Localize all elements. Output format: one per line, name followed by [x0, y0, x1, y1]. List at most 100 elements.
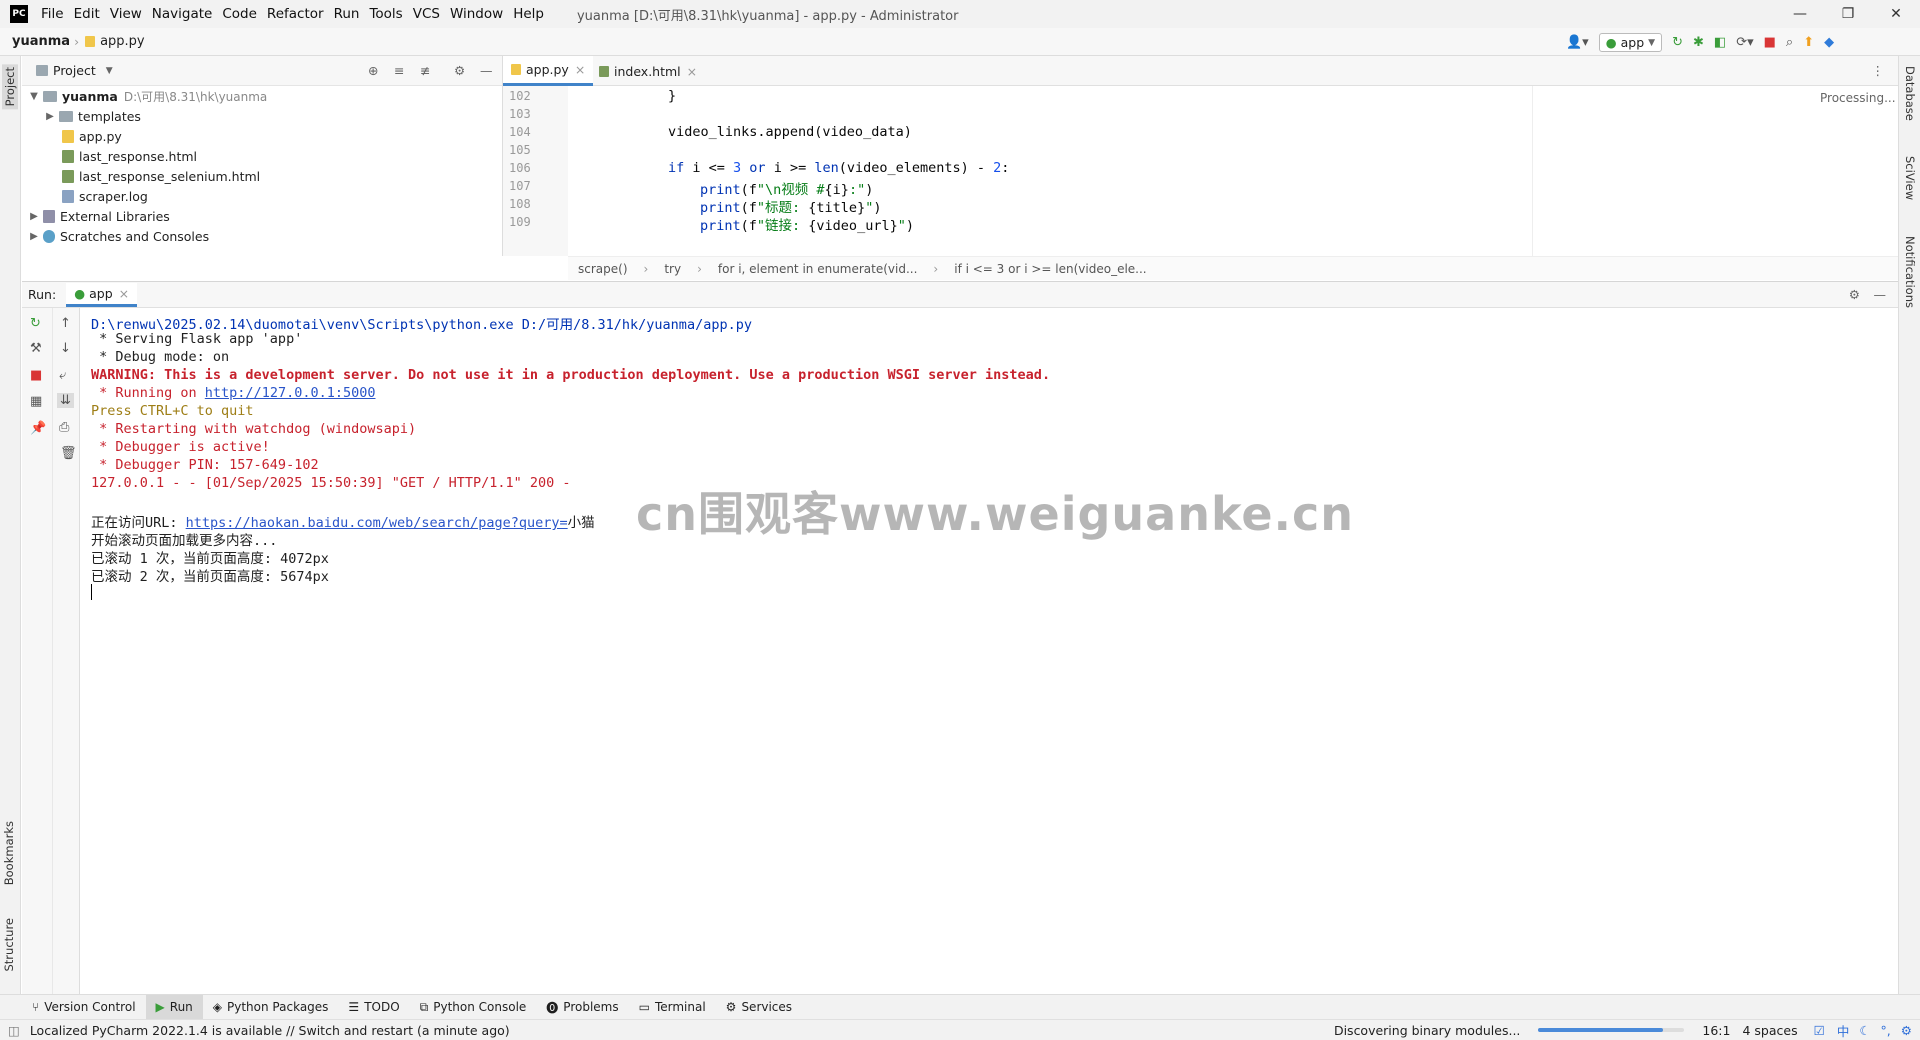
wrench-icon[interactable]: ⚒	[30, 341, 42, 356]
tool-python-console[interactable]: ⧉ Python Console	[410, 995, 537, 1020]
menu-tools[interactable]: Tools	[364, 6, 407, 22]
tool-run[interactable]: ▶ Run	[145, 994, 203, 1020]
arrow-down-icon[interactable]: ↓	[60, 341, 71, 356]
tool-problems[interactable]: ⓿ Problems	[536, 995, 628, 1020]
menu-help[interactable]: Help	[508, 6, 549, 22]
tool-terminal[interactable]: ▭ Terminal	[629, 995, 716, 1020]
menu-view[interactable]: View	[105, 6, 147, 22]
pin-icon[interactable]: 📌	[30, 421, 46, 436]
tree-item-scraper-log[interactable]: scraper.log	[62, 186, 148, 206]
minimize-button[interactable]: —	[1776, 0, 1824, 28]
tool-python-packages[interactable]: ◈ Python Packages	[203, 995, 339, 1020]
nav-project[interactable]: yuanma	[0, 34, 74, 49]
breadcrumb-try[interactable]: try	[656, 262, 689, 276]
debug-icon[interactable]: ✱	[1693, 35, 1704, 50]
tab-app-py[interactable]: app.py ×	[503, 56, 594, 86]
code-token: 3	[733, 160, 742, 176]
print-icon[interactable]: ⎙	[59, 420, 69, 435]
structure-tool-tab[interactable]: Structure	[2, 918, 16, 972]
user-icon[interactable]: 👤▾	[1566, 35, 1589, 50]
notifications-tool-tab[interactable]: Notifications	[1903, 236, 1917, 308]
run-config-select[interactable]: ● app ▼	[1598, 33, 1663, 52]
tree-item-templates[interactable]: ▶ templates	[44, 106, 141, 126]
maximize-button[interactable]: ❐	[1824, 0, 1872, 28]
tree-item-scratches[interactable]: ▶ Scratches and Consoles	[28, 226, 209, 246]
breadcrumb-scrape[interactable]: scrape()	[568, 262, 636, 276]
menu-navigate[interactable]: Navigate	[147, 6, 218, 22]
trash-icon[interactable]: 🗑	[60, 446, 77, 461]
close-icon[interactable]: ×	[119, 286, 129, 301]
breadcrumb-for[interactable]: for i, element in enumerate(vid...	[710, 262, 926, 276]
menu-run[interactable]: Run	[329, 6, 365, 22]
gear-icon[interactable]: ⚙	[1849, 287, 1860, 302]
gear-icon[interactable]: ⚙	[454, 63, 465, 78]
chevron-down-icon[interactable]: ▼	[28, 91, 40, 102]
close-icon[interactable]: ×	[687, 64, 697, 79]
rerun-icon[interactable]: ↻	[1672, 35, 1683, 50]
console-output[interactable]: D:\renwu\2025.02.14\duomotai\venv\Script…	[80, 308, 1898, 994]
chevron-down-icon[interactable]: ▼	[106, 66, 113, 76]
list-icon: ☰	[348, 1000, 360, 1014]
checkbox-icon[interactable]: ☑	[1814, 1023, 1825, 1038]
sciview-tool-tab[interactable]: SciView	[1903, 156, 1917, 200]
tree-item-last-response-selenium[interactable]: last_response_selenium.html	[62, 166, 260, 186]
tool-version-control[interactable]: ⑂ Version Control	[22, 995, 146, 1020]
close-window-button[interactable]: ✕	[1872, 0, 1920, 28]
punctuation-icon[interactable]: °,	[1881, 1023, 1891, 1038]
console-link[interactable]: http://127.0.0.1:5000	[205, 385, 376, 401]
update-icon[interactable]: ⬆	[1803, 35, 1814, 50]
database-tool-tab[interactable]: Database	[1903, 66, 1917, 121]
project-tool-tab[interactable]: Project	[2, 64, 18, 110]
collapse-all-icon[interactable]: ≢	[420, 63, 430, 78]
profile-icon[interactable]: ⟳▾	[1736, 35, 1753, 50]
chevron-right-icon[interactable]: ▶	[28, 211, 40, 222]
locate-icon[interactable]: ⊕	[368, 63, 378, 78]
status-message[interactable]: Localized PyCharm 2022.1.4 is available …	[30, 1023, 510, 1038]
tool-todo[interactable]: ☰ TODO	[338, 995, 409, 1020]
scroll-to-end-icon[interactable]: ⇊	[57, 393, 74, 408]
background-task[interactable]: Discovering binary modules...	[1334, 1023, 1520, 1038]
ime-mode[interactable]: 中	[1837, 1021, 1850, 1040]
layout-icon[interactable]: ▦	[30, 394, 42, 409]
line-number: 107	[509, 179, 531, 193]
status-toggle-icon[interactable]: ◫	[8, 1023, 20, 1038]
settings-icon[interactable]: ⚙	[1901, 1023, 1912, 1038]
search-icon[interactable]: ⌕	[1786, 35, 1793, 50]
more-tabs-icon[interactable]: ⋮	[1872, 63, 1885, 78]
arrow-up-icon[interactable]: ↑	[60, 316, 71, 331]
menu-refactor[interactable]: Refactor	[262, 6, 329, 22]
chevron-right-icon[interactable]: ▶	[28, 231, 40, 242]
breadcrumb-if[interactable]: if i <= 3 or i >= len(video_ele...	[946, 262, 1154, 276]
menu-edit[interactable]: Edit	[69, 6, 105, 22]
jetbrains-icon[interactable]: ◆	[1824, 35, 1834, 50]
menu-file[interactable]: File	[36, 6, 69, 22]
nav-file[interactable]: app.py	[100, 34, 149, 49]
chevron-right-icon[interactable]: ▶	[44, 111, 56, 122]
tree-item-app-py[interactable]: app.py	[62, 126, 122, 146]
stop-icon[interactable]: ■	[1764, 35, 1776, 50]
coverage-icon[interactable]: ◧	[1714, 35, 1726, 50]
hide-panel-icon[interactable]: —	[480, 63, 493, 78]
indent-setting[interactable]: 4 spaces	[1742, 1023, 1797, 1038]
menu-vcs[interactable]: VCS	[408, 6, 445, 22]
bookmarks-tool-tab[interactable]: Bookmarks	[2, 821, 16, 885]
tree-item-last-response[interactable]: last_response.html	[62, 146, 197, 166]
tree-item-external-libraries[interactable]: ▶ External Libraries	[28, 206, 170, 226]
menu-code[interactable]: Code	[217, 6, 262, 22]
run-tab-app[interactable]: ● app ×	[66, 282, 138, 307]
expand-all-icon[interactable]: ≡	[394, 63, 404, 78]
stop-icon[interactable]: ■	[30, 368, 42, 383]
html-file-icon	[62, 169, 74, 183]
hide-panel-icon[interactable]: —	[1874, 287, 1887, 302]
tool-services[interactable]: ⚙ Services	[716, 995, 802, 1020]
moon-icon[interactable]: ☾	[1859, 1023, 1870, 1038]
soft-wrap-icon[interactable]: ⤶	[59, 368, 66, 383]
project-panel-title[interactable]: Project	[53, 63, 96, 78]
code-editor[interactable]: Processing... } video_links.append(video_…	[568, 86, 1898, 256]
close-icon[interactable]: ×	[575, 62, 585, 77]
menu-window[interactable]: Window	[445, 6, 508, 22]
caret-position[interactable]: 16:1	[1702, 1023, 1730, 1038]
rerun-icon[interactable]: ↻	[30, 316, 41, 331]
tree-root[interactable]: ▼ yuanma D:\可用\8.31\hk\yuanma	[28, 86, 267, 106]
tab-index-html[interactable]: index.html ×	[591, 56, 705, 86]
